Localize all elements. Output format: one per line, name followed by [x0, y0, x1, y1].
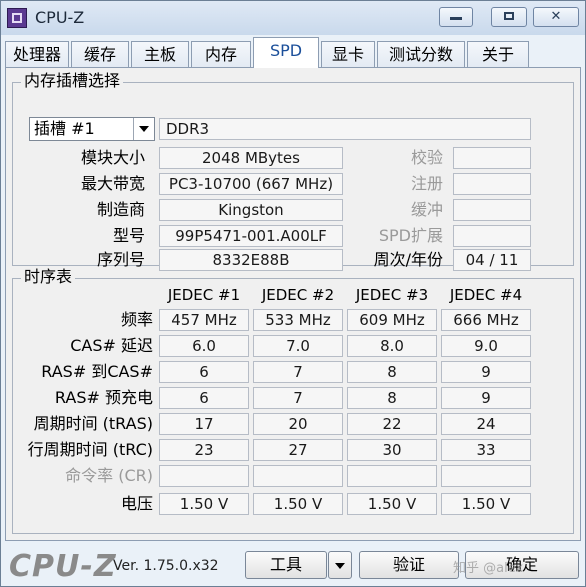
command-rate-label: 命令率 (CR) — [65, 466, 153, 485]
max-bandwidth-label: 最大带宽 — [80, 174, 145, 193]
week-year-value: 04 / 11 — [453, 249, 531, 271]
timings-group: 时序表 JEDEC #1 JEDEC #2 JEDEC #3 JEDEC #4 … — [12, 267, 574, 534]
timing-cell: 24 — [441, 413, 531, 435]
close-button[interactable]: ✕ — [533, 7, 579, 27]
ras-precharge-label: RAS# 预充电 — [54, 388, 153, 407]
timing-cell: 7.0 — [253, 335, 343, 357]
tab-bar: 处理器 缓存 主板 内存 SPD 显卡 测试分数 关于 — [1, 37, 585, 68]
timing-cell: 23 — [159, 439, 249, 461]
minimize-button[interactable] — [439, 7, 473, 27]
maximize-button[interactable] — [491, 7, 527, 27]
maximize-icon — [504, 12, 514, 20]
jedec-1-header: JEDEC #1 — [167, 286, 241, 304]
timing-cell: 8.0 — [347, 335, 437, 357]
timing-cell: 7 — [253, 361, 343, 383]
tras-label: 周期时间 (tRAS) — [33, 414, 153, 433]
cpuz-logo: CPU-Z — [9, 549, 117, 584]
timing-cell: 8 — [347, 361, 437, 383]
cpuz-window: CPU-Z ✕ 处理器 缓存 主板 内存 SPD 显卡 测试分数 关于 内存插槽… — [0, 0, 586, 587]
timing-cell — [441, 465, 531, 487]
module-size-label: 模块大小 — [80, 148, 145, 167]
week-year-label: 周次/年份 — [373, 250, 443, 269]
version-label: Ver. 1.75.0.x32 — [113, 558, 219, 574]
max-bandwidth-value: PC3-10700 (667 MHz) — [159, 173, 343, 195]
correction-label: 校验 — [410, 148, 443, 167]
tab-cache[interactable]: 缓存 — [71, 41, 129, 67]
tools-dropdown-button[interactable] — [328, 551, 352, 579]
timing-cell: 30 — [347, 439, 437, 461]
slot-select-value: 插槽 #1 — [34, 119, 95, 138]
module-size-value: 2048 MBytes — [159, 147, 343, 169]
registered-value — [453, 173, 531, 195]
memory-type-field: DDR3 — [159, 118, 531, 140]
spd-ext-label: SPD扩展 — [378, 226, 443, 245]
chevron-down-icon[interactable] — [133, 118, 154, 140]
timing-cell: 9 — [441, 361, 531, 383]
tools-button[interactable]: 工具 — [245, 551, 327, 579]
part-number-label: 型号 — [112, 226, 145, 245]
cpuz-app-icon — [7, 8, 27, 28]
spd-panel: 内存插槽选择 插槽 #1 DDR3 模块大小 2048 MBytes 校验 最大… — [5, 67, 581, 541]
timing-cell: 1.50 V — [347, 493, 437, 515]
timing-cell: 22 — [347, 413, 437, 435]
memory-slot-group-title: 内存插槽选择 — [21, 71, 124, 91]
timing-cell: 17 — [159, 413, 249, 435]
timing-cell: 6 — [159, 387, 249, 409]
timing-cell — [253, 465, 343, 487]
timing-cell: 666 MHz — [441, 309, 531, 331]
title-bar[interactable]: CPU-Z ✕ — [1, 1, 585, 35]
tab-graphics[interactable]: 显卡 — [321, 41, 375, 67]
cas-latency-label: CAS# 延迟 — [70, 336, 153, 355]
timing-cell: 1.50 V — [253, 493, 343, 515]
manufacturer-value: Kingston — [159, 199, 343, 221]
timing-cell: 1.50 V — [441, 493, 531, 515]
tab-mainboard[interactable]: 主板 — [131, 41, 189, 67]
correction-value — [453, 147, 531, 169]
validate-button[interactable]: 验证 — [359, 551, 459, 579]
timing-cell: 457 MHz — [159, 309, 249, 331]
timing-cell: 33 — [441, 439, 531, 461]
timing-cell: 1.50 V — [159, 493, 249, 515]
timing-cell: 609 MHz — [347, 309, 437, 331]
timing-cell: 7 — [253, 387, 343, 409]
manufacturer-label: 制造商 — [96, 200, 145, 219]
timing-cell: 533 MHz — [253, 309, 343, 331]
spd-ext-value — [453, 225, 531, 247]
timing-cell: 6 — [159, 361, 249, 383]
buffered-value — [453, 199, 531, 221]
tab-bench[interactable]: 测试分数 — [377, 41, 465, 67]
timing-cell: 6.0 — [159, 335, 249, 357]
timings-group-title: 时序表 — [21, 267, 76, 287]
slot-select[interactable]: 插槽 #1 — [29, 117, 155, 141]
tab-about[interactable]: 关于 — [467, 41, 529, 67]
timing-cell: 8 — [347, 387, 437, 409]
minimize-icon — [450, 17, 462, 20]
jedec-2-header: JEDEC #2 — [261, 286, 335, 304]
timing-cell: 9 — [441, 387, 531, 409]
timing-cell — [159, 465, 249, 487]
timing-cell: 27 — [253, 439, 343, 461]
timing-cell: 20 — [253, 413, 343, 435]
ras-to-cas-label: RAS# 到CAS# — [41, 362, 153, 381]
registered-label: 注册 — [410, 174, 443, 193]
jedec-3-header: JEDEC #3 — [355, 286, 429, 304]
watermark: 知乎 @alex — [453, 561, 524, 576]
voltage-label: 电压 — [120, 494, 153, 513]
timing-cell — [347, 465, 437, 487]
frequency-label: 频率 — [120, 310, 153, 329]
tab-spd[interactable]: SPD — [253, 37, 319, 68]
memory-slot-group: 内存插槽选择 插槽 #1 DDR3 模块大小 2048 MBytes 校验 最大… — [12, 71, 574, 271]
timing-cell: 9.0 — [441, 335, 531, 357]
jedec-4-header: JEDEC #4 — [449, 286, 523, 304]
close-icon: ✕ — [550, 9, 562, 24]
tab-processor[interactable]: 处理器 — [5, 41, 69, 67]
window-title: CPU-Z — [35, 8, 85, 27]
tab-memory[interactable]: 内存 — [191, 41, 251, 67]
buffered-label: 缓冲 — [410, 200, 443, 219]
part-number-value: 99P5471-001.A00LF — [159, 225, 343, 247]
trc-label: 行周期时间 (tRC) — [27, 440, 153, 459]
bottom-bar: CPU-Z Ver. 1.75.0.x32 工具 验证 确定 知乎 @alex — [1, 541, 585, 586]
serial-number-value: 8332E88B — [159, 249, 343, 271]
